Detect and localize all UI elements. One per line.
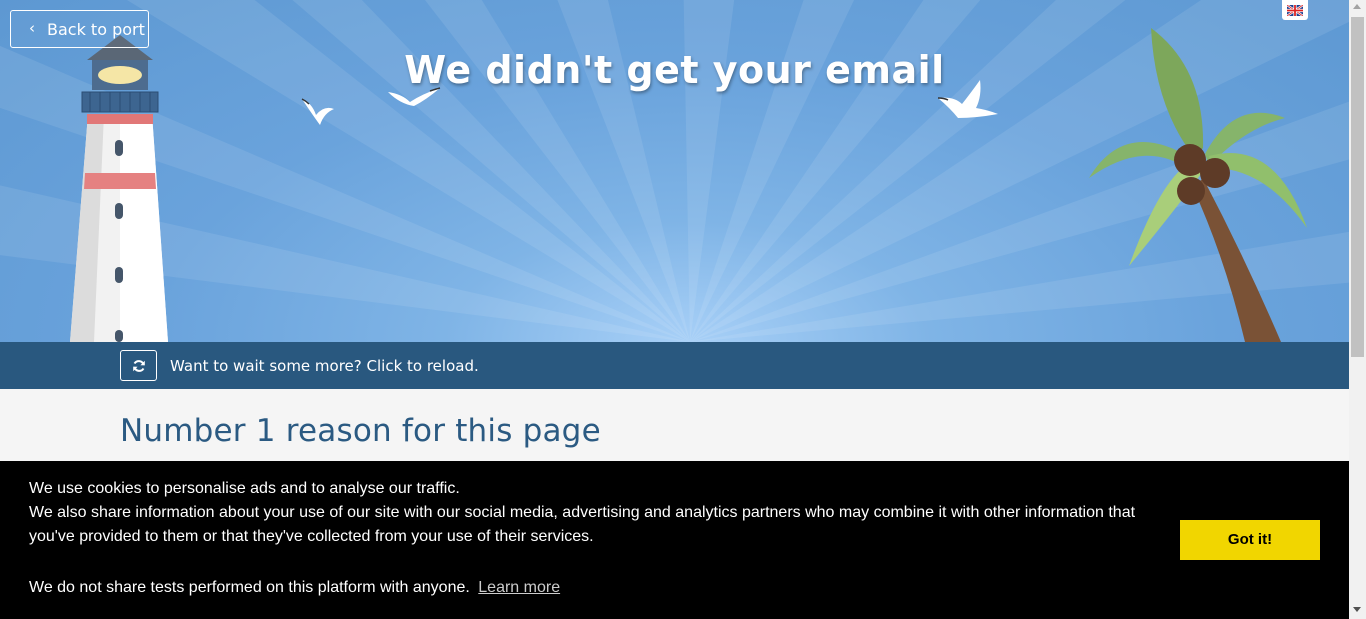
chevron-left-icon: ‹: [29, 19, 35, 37]
back-to-port-label: Back to port: [47, 19, 145, 39]
reload-button[interactable]: [120, 350, 157, 381]
refresh-icon: [132, 359, 145, 372]
section-heading: Number 1 reason for this page: [120, 413, 601, 449]
uk-flag-icon: [1287, 4, 1303, 16]
cookie-share-text: We do not share tests performed on this …: [29, 579, 470, 596]
vertical-scrollbar[interactable]: [1349, 0, 1366, 619]
reload-bar: Want to wait some more? Click to reload.: [0, 342, 1349, 389]
page-title: We didn't get your email: [404, 48, 945, 92]
cookie-message: We use cookies to personalise ads and to…: [29, 477, 1149, 600]
hero-banner: ‹ Back to port We didn't get your email: [0, 0, 1349, 342]
cookie-text-line: We also share information about your use…: [29, 504, 1136, 545]
scroll-down-arrow-icon[interactable]: [1353, 607, 1361, 612]
scroll-up-arrow-icon[interactable]: [1353, 4, 1361, 9]
back-to-port-button[interactable]: ‹ Back to port: [10, 10, 149, 48]
accept-cookies-button[interactable]: Got it!: [1180, 520, 1320, 560]
reload-link-text[interactable]: Want to wait some more? Click to reload.: [170, 357, 479, 375]
language-selector[interactable]: [1282, 0, 1308, 20]
seagull-illustration: [301, 98, 334, 125]
cookie-text-line: We use cookies to personalise ads and to…: [29, 480, 460, 497]
cookie-banner: We use cookies to personalise ads and to…: [0, 461, 1349, 619]
scrollbar-thumb[interactable]: [1351, 17, 1364, 357]
cookie-text-line: We do not share tests performed on this …: [29, 576, 1149, 600]
learn-more-link[interactable]: Learn more: [478, 579, 560, 596]
